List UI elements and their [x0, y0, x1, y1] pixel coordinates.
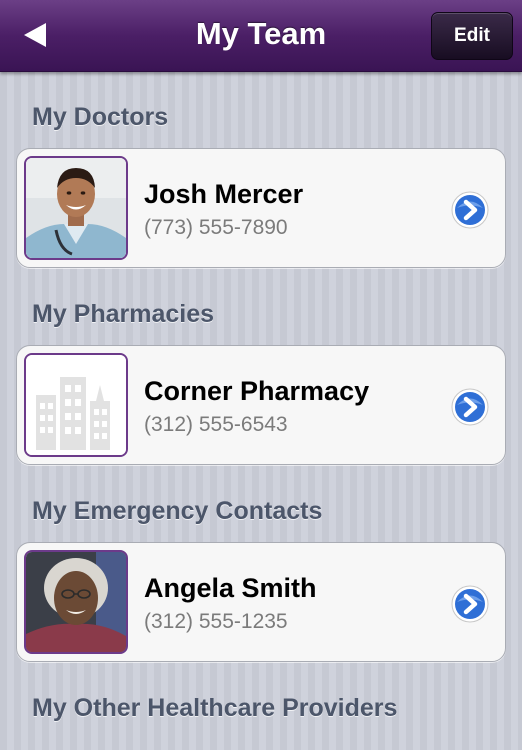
section-header-other-providers: My Other Healthcare Providers [32, 694, 398, 722]
contact-card-emergency[interactable]: Angela Smith (312) 555-1235 [16, 542, 506, 662]
chevron-right-circle-icon[interactable] [451, 388, 489, 426]
contact-name: Josh Mercer [144, 179, 304, 209]
contact-phone: (773) 555-7890 [144, 216, 288, 239]
chevron-right-circle-icon[interactable] [451, 191, 489, 229]
section-header-emergency-contacts: My Emergency Contacts [32, 497, 323, 525]
contact-phone: (312) 555-6543 [144, 413, 288, 436]
back-button[interactable] [20, 20, 54, 50]
contact-name: Corner Pharmacy [144, 376, 370, 406]
chevron-right-circle-icon[interactable] [451, 585, 489, 623]
section-header-doctors: My Doctors [32, 103, 169, 131]
building-placeholder-icon [24, 353, 128, 457]
back-arrow-icon [24, 23, 46, 47]
section-header-pharmacies: My Pharmacies [32, 300, 215, 328]
contact-photo [24, 550, 128, 654]
edit-button[interactable]: Edit [431, 12, 513, 60]
contact-card-pharmacy[interactable]: Corner Pharmacy (312) 555-6543 [16, 345, 506, 465]
contact-card-doctor[interactable]: Josh Mercer (773) 555-7890 [16, 148, 506, 268]
contact-phone: (312) 555-1235 [144, 610, 288, 633]
navigation-bar: My Team Edit [0, 0, 522, 72]
doctor-photo [24, 156, 128, 260]
contact-name: Angela Smith [144, 573, 317, 603]
